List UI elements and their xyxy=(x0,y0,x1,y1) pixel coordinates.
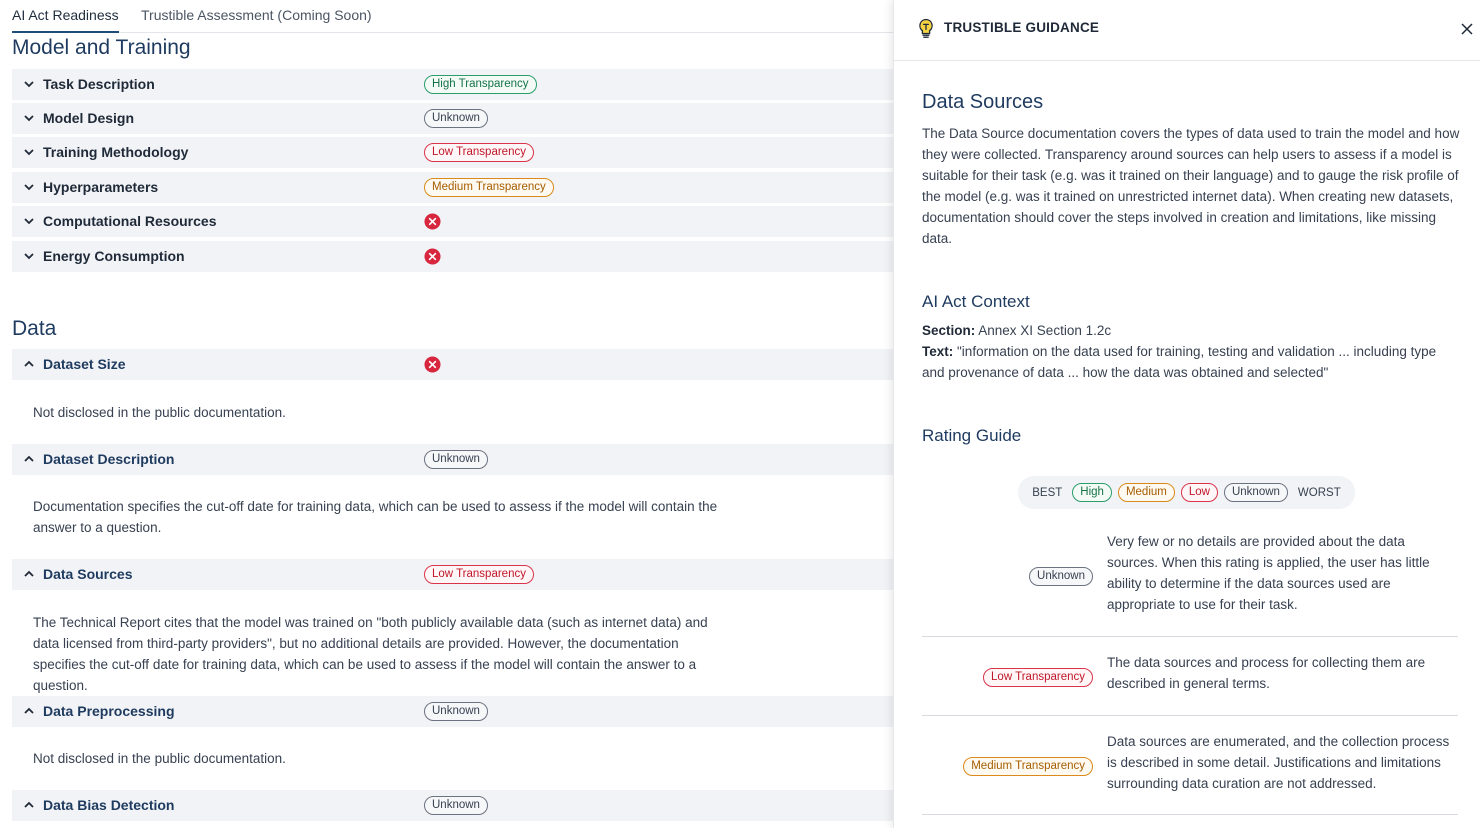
accordion-label: Data Preprocessing xyxy=(43,703,175,719)
scale-badge-low: Low xyxy=(1180,483,1218,502)
accordion-data-preprocessing[interactable]: Data Preprocessing Unknown xyxy=(12,696,893,727)
accordion-dataset-description[interactable]: Dataset Description Unknown xyxy=(12,444,893,475)
accordion-label: Task Description xyxy=(43,76,155,92)
chevron-up-icon xyxy=(22,452,36,466)
status-badge: High Transparency xyxy=(424,75,537,94)
scale-badge-medium: Medium xyxy=(1117,483,1175,502)
not-disclosed-icon xyxy=(424,248,441,265)
accordion-label: Computational Resources xyxy=(43,213,217,229)
chevron-up-icon xyxy=(22,704,36,718)
accordion-computational-resources[interactable]: Computational Resources xyxy=(12,206,893,237)
lightbulb-icon xyxy=(919,18,933,38)
accordion-model-design[interactable]: Model Design Unknown xyxy=(12,103,893,134)
section-title-model-training: Model and Training xyxy=(12,36,191,59)
accordion-detail-text: The Technical Report cites that the mode… xyxy=(33,615,708,693)
accordion-detail-text: Not disclosed in the public documentatio… xyxy=(33,405,286,420)
not-disclosed-icon xyxy=(424,356,441,373)
accordion-data-bias-detection[interactable]: Data Bias Detection Unknown xyxy=(12,790,893,821)
guide-badge: Low Transparency xyxy=(983,668,1093,687)
guide-row-low: Low Transparency The data sources and pr… xyxy=(922,637,1458,716)
accordion-training-methodology[interactable]: Training Methodology Low Transparency xyxy=(12,137,893,168)
scale-worst-label: WORST xyxy=(1297,486,1341,499)
chevron-up-icon xyxy=(22,567,36,581)
status-badge: Unknown xyxy=(424,109,488,128)
scale-badge-high: High xyxy=(1072,483,1112,502)
rating-heading: Rating Guide xyxy=(922,426,1022,445)
accordion-data-sources[interactable]: Data Sources Low Transparency xyxy=(12,559,893,590)
scale-best-label: BEST xyxy=(1032,486,1063,499)
close-icon[interactable] xyxy=(1460,22,1474,36)
accordion-label: Energy Consumption xyxy=(43,248,185,264)
guide-row-medium: Medium Transparency Data sources are enu… xyxy=(922,716,1458,815)
guide-text: Very few or no details are provided abou… xyxy=(1107,534,1430,612)
status-badge: Low Transparency xyxy=(424,565,534,584)
panel-title: TRUSTIBLE GUIDANCE xyxy=(944,20,1100,35)
guide-text: The data sources and process for collect… xyxy=(1107,655,1426,691)
chevron-down-icon xyxy=(22,77,36,91)
text-label: Text: xyxy=(922,344,954,359)
context-heading: AI Act Context xyxy=(922,292,1030,311)
accordion-task-description[interactable]: Task Description High Transparency xyxy=(12,69,893,100)
chevron-down-icon xyxy=(22,111,36,125)
chevron-down-icon xyxy=(22,145,36,159)
tab-bar: AI Act Readiness Trustible Assessment (C… xyxy=(12,0,893,33)
status-badge: Unknown xyxy=(424,702,488,721)
panel-header: TRUSTIBLE GUIDANCE xyxy=(894,0,1480,61)
accordion-hyperparameters[interactable]: Hyperparameters Medium Transparency xyxy=(12,172,893,203)
context-section: Section: Annex XI Section 1.2c xyxy=(922,320,1462,341)
section-title-data: Data xyxy=(12,317,57,340)
chevron-up-icon xyxy=(22,798,36,812)
accordion-energy-consumption[interactable]: Energy Consumption xyxy=(12,241,893,272)
chevron-up-icon xyxy=(22,357,36,371)
guide-row-unknown: Unknown Very few or no details are provi… xyxy=(922,531,1458,637)
accordion-detail-text: Not disclosed in the public documentatio… xyxy=(33,751,286,766)
guide-badge: Unknown xyxy=(1029,567,1093,586)
chevron-down-icon xyxy=(22,180,36,194)
accordion-label: Hyperparameters xyxy=(43,179,159,195)
guide-text: Data sources are enumerated, and the col… xyxy=(1107,734,1450,791)
section-value: Annex XI Section 1.2c xyxy=(975,323,1112,338)
status-badge: Unknown xyxy=(424,450,488,469)
scale-badge-unknown: Unknown xyxy=(1223,483,1288,502)
context-text: Text: "information on the data used for … xyxy=(922,341,1462,383)
accordion-label: Dataset Size xyxy=(43,356,126,372)
status-badge: Low Transparency xyxy=(424,143,534,162)
panel-heading: Data Sources xyxy=(922,91,1044,113)
rating-scale: BEST High Medium Low Unknown WORST xyxy=(1018,476,1355,509)
chevron-down-icon xyxy=(22,214,36,228)
chevron-down-icon xyxy=(22,249,36,263)
panel-description: The Data Source documentation covers the… xyxy=(922,126,1460,246)
accordion-dataset-size[interactable]: Dataset Size xyxy=(12,349,893,380)
section-label: Section: xyxy=(922,323,976,338)
accordion-label: Data Sources xyxy=(43,566,133,582)
accordion-label: Model Design xyxy=(43,110,135,126)
status-badge: Medium Transparency xyxy=(424,178,554,197)
tab-ai-act-readiness[interactable]: AI Act Readiness xyxy=(12,7,119,33)
main-content: AI Act Readiness Trustible Assessment (C… xyxy=(0,0,893,828)
text-value: "information on the data used for traini… xyxy=(922,344,1437,380)
guide-badge: Medium Transparency xyxy=(963,757,1093,776)
not-disclosed-icon xyxy=(424,213,441,230)
status-badge: Unknown xyxy=(424,796,488,815)
guidance-panel: TRUSTIBLE GUIDANCE Data Sources The Data… xyxy=(893,0,1480,828)
tab-trustible-assessment[interactable]: Trustible Assessment (Coming Soon) xyxy=(141,7,372,23)
accordion-label: Dataset Description xyxy=(43,451,175,467)
accordion-label: Training Methodology xyxy=(43,144,189,160)
accordion-label: Data Bias Detection xyxy=(43,797,175,813)
accordion-detail-text: Documentation specifies the cut-off date… xyxy=(33,499,718,535)
